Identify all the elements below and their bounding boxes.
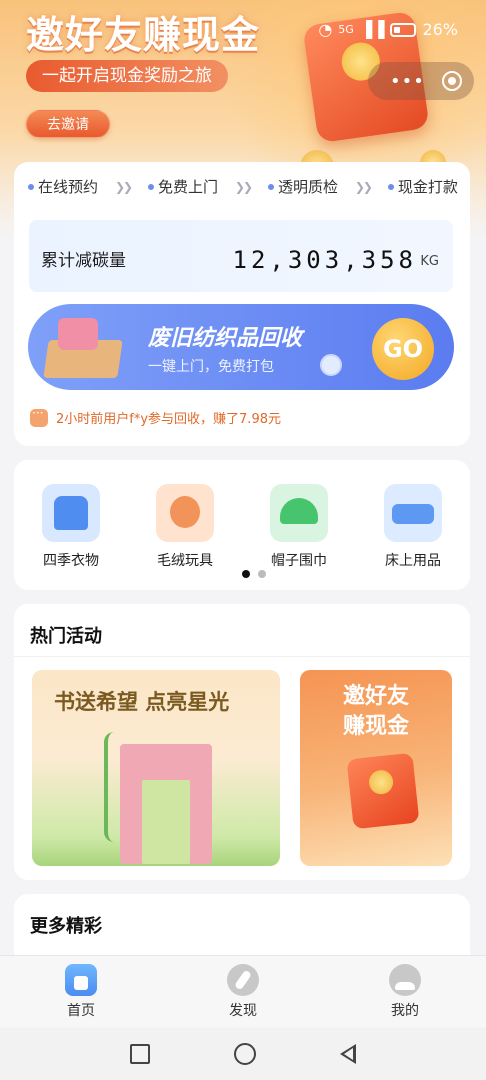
step-label: 免费上门 bbox=[157, 178, 218, 196]
indicator-dot-active bbox=[242, 570, 250, 578]
invite-button[interactable]: 去邀请 bbox=[26, 110, 110, 138]
section-title: 热门活动 bbox=[30, 626, 102, 647]
category-label: 帽子围巾 bbox=[271, 553, 327, 569]
go-button[interactable]: GO bbox=[372, 318, 434, 380]
activity-title: 书送希望 点亮星光 bbox=[54, 690, 230, 714]
category-list: 四季衣物 毛绒玩具 帽子围巾 床上用品 bbox=[14, 484, 470, 570]
nav-item-home[interactable]: 首页 bbox=[31, 956, 131, 1027]
indicator-dot bbox=[258, 570, 266, 578]
battery-icon bbox=[390, 22, 417, 37]
notice-text: 2小时前用户f*y参与回收，赚了7.98元 bbox=[56, 412, 281, 427]
double-chevron-icon: ❯❯ bbox=[234, 179, 253, 194]
home-icon bbox=[65, 964, 97, 996]
hat-icon bbox=[270, 484, 328, 542]
nav-item-discover[interactable]: 发现 bbox=[193, 956, 293, 1027]
clothes-box-illustration bbox=[36, 318, 128, 382]
step-item: 透明质检 bbox=[267, 176, 338, 197]
step-label: 透明质检 bbox=[277, 178, 338, 196]
carbon-unit: KG bbox=[420, 254, 439, 269]
bedding-icon bbox=[384, 484, 442, 542]
recycle-title: 废旧纺织品回收 bbox=[148, 326, 303, 351]
banner-subtitle: 一起开启现金奖励之旅 bbox=[26, 60, 228, 92]
category-item[interactable]: 毛绒玩具 bbox=[145, 484, 225, 570]
back-icon[interactable] bbox=[340, 1044, 356, 1064]
discover-icon bbox=[227, 964, 259, 996]
message-icon bbox=[30, 406, 48, 427]
wifi-icon: ◔ bbox=[318, 20, 333, 39]
nav-label: 首页 bbox=[67, 1003, 95, 1019]
teddy-bear-icon bbox=[156, 484, 214, 542]
step-label: 在线预约 bbox=[38, 178, 99, 196]
signal-bars-icon: ▐▐ bbox=[359, 20, 385, 39]
miniapp-capsule[interactable]: ••• bbox=[368, 62, 474, 100]
step-dot-icon bbox=[387, 183, 394, 190]
door-illustration bbox=[142, 780, 190, 864]
status-bar: ◔ 5G ▐▐ 26% bbox=[318, 20, 458, 39]
signal-5g-label: 5G bbox=[338, 23, 354, 36]
carousel-indicator bbox=[242, 570, 266, 578]
recycle-service-card: 在线预约 ❯❯ 免费上门 ❯❯ 透明质检 ❯❯ 现金打款 累计减碳量 12,30… bbox=[14, 162, 470, 446]
category-label: 毛绒玩具 bbox=[157, 553, 213, 569]
red-envelope-illustration bbox=[346, 752, 420, 830]
step-item: 免费上门 bbox=[147, 176, 218, 197]
category-card: 四季衣物 毛绒玩具 帽子围巾 床上用品 bbox=[14, 460, 470, 590]
category-item[interactable]: 床上用品 bbox=[373, 484, 453, 570]
recycle-subtitle: 一键上门，免费打包 bbox=[148, 359, 274, 375]
profile-icon bbox=[389, 964, 421, 996]
step-dot-icon bbox=[267, 183, 274, 190]
carbon-reduction-panel: 累计减碳量 12,303,358 KG bbox=[29, 220, 453, 292]
category-item[interactable]: 四季衣物 bbox=[31, 484, 111, 570]
carbon-value: 12,303,358 bbox=[232, 246, 417, 274]
book-hope-activity[interactable]: 书送希望 点亮星光 bbox=[32, 670, 280, 866]
banner-title: 邀好友赚现金 bbox=[26, 13, 261, 57]
step-item: 在线预约 bbox=[28, 176, 98, 197]
home-button-icon[interactable] bbox=[234, 1043, 256, 1065]
step-label: 现金打款 bbox=[397, 178, 458, 196]
nav-item-profile[interactable]: 我的 bbox=[355, 956, 455, 1027]
close-miniapp-icon[interactable] bbox=[442, 71, 462, 91]
nav-label: 我的 bbox=[391, 1003, 419, 1019]
bottom-navigation: 首页 发现 我的 bbox=[0, 955, 486, 1027]
divider bbox=[14, 656, 470, 657]
category-item[interactable]: 帽子围巾 bbox=[259, 484, 339, 570]
category-label: 床上用品 bbox=[385, 553, 441, 569]
service-steps: 在线预约 ❯❯ 免费上门 ❯❯ 透明质检 ❯❯ 现金打款 bbox=[28, 176, 458, 197]
textile-recycle-banner[interactable]: 废旧纺织品回收 一键上门，免费打包 GO bbox=[28, 304, 454, 390]
invite-friends-activity[interactable]: 邀好友 赚现金 bbox=[300, 670, 452, 866]
recent-apps-icon[interactable] bbox=[130, 1044, 150, 1064]
category-label: 四季衣物 bbox=[43, 553, 99, 569]
section-title: 更多精彩 bbox=[30, 916, 102, 937]
nav-label: 发现 bbox=[229, 1003, 257, 1019]
carbon-label: 累计减碳量 bbox=[41, 251, 126, 271]
recent-activity-notice: 2小时前用户f*y参与回收，赚了7.98元 bbox=[30, 406, 281, 427]
hot-activities-card: 热门活动 书送希望 点亮星光 邀好友 赚现金 bbox=[14, 604, 470, 880]
step-dot-icon bbox=[28, 183, 34, 190]
step-dot-icon bbox=[147, 183, 154, 190]
sweater-icon bbox=[42, 484, 100, 542]
step-item: 现金打款 bbox=[387, 176, 458, 197]
more-options-icon[interactable]: ••• bbox=[390, 71, 425, 92]
activity-title: 邀好友 赚现金 bbox=[342, 684, 409, 739]
double-chevron-icon: ❯❯ bbox=[114, 179, 133, 194]
bubble-decoration bbox=[320, 354, 342, 376]
double-chevron-icon: ❯❯ bbox=[354, 179, 373, 194]
system-navigation bbox=[0, 1028, 486, 1080]
battery-percent: 26% bbox=[422, 20, 458, 39]
